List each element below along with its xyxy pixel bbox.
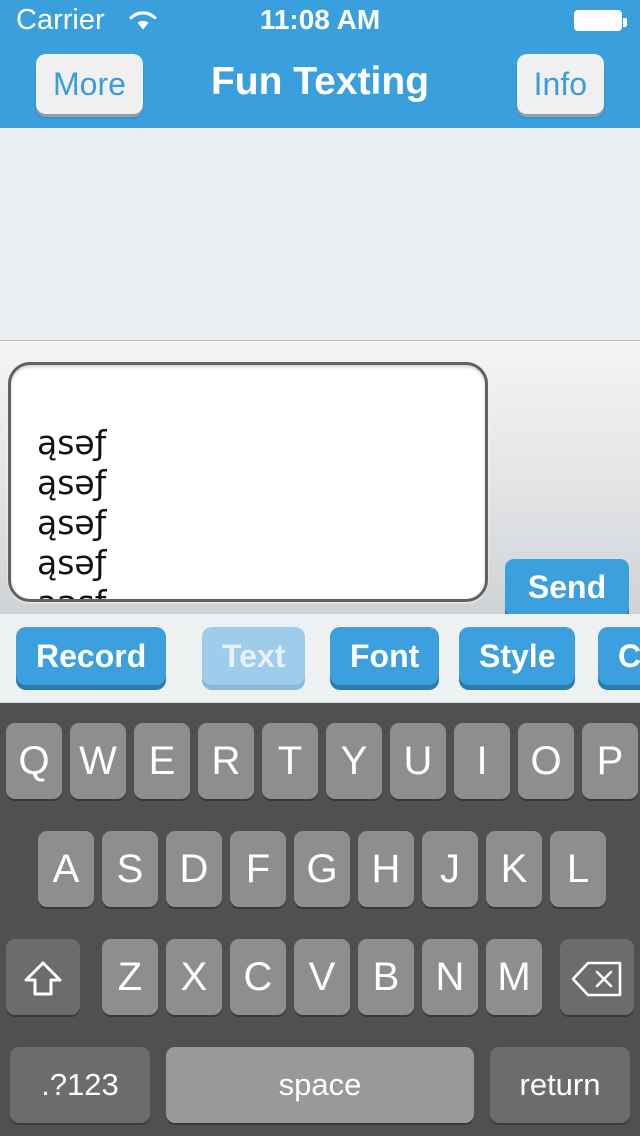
key-l[interactable]: L xyxy=(550,831,606,907)
key-t[interactable]: T xyxy=(262,723,318,799)
shift-arrow-icon xyxy=(21,955,65,999)
text-line: ąsəƒ xyxy=(37,423,107,462)
send-button[interactable]: Send xyxy=(505,559,629,616)
key-z[interactable]: Z xyxy=(102,939,158,1015)
text-line: ąsəƒ xyxy=(37,543,107,582)
battery-full-icon xyxy=(574,10,627,31)
key-o[interactable]: O xyxy=(518,723,574,799)
status-bar: Carrier 11:08 AM xyxy=(0,0,640,40)
key-p[interactable]: P xyxy=(582,723,638,799)
key-f[interactable]: F xyxy=(230,831,286,907)
text-line: ąsəƒ xyxy=(37,463,107,502)
message-text-content: ąsəƒ ąsəƒ ąsəƒ ąsəƒ ąəsƒ xyxy=(37,423,467,599)
key-a[interactable]: A xyxy=(38,831,94,907)
key-m[interactable]: M xyxy=(486,939,542,1015)
navigation-bar: More Fun Texting Info xyxy=(0,40,640,128)
message-text-input[interactable]: ąsəƒ ąsəƒ ąsəƒ ąsəƒ ąəsƒ xyxy=(8,362,488,602)
software-keyboard: Q W E R T Y U I O P A S D F G H J K L Z … xyxy=(0,703,640,1136)
key-r[interactable]: R xyxy=(198,723,254,799)
key-y[interactable]: Y xyxy=(326,723,382,799)
key-d[interactable]: D xyxy=(166,831,222,907)
toolbar-button-record[interactable]: Record xyxy=(16,627,167,685)
key-n[interactable]: N xyxy=(422,939,478,1015)
message-list[interactable] xyxy=(0,128,640,341)
key-g[interactable]: G xyxy=(294,831,350,907)
key-u[interactable]: U xyxy=(390,723,446,799)
status-time: 11:08 AM xyxy=(259,4,381,35)
accessory-toolbar: Record Text Font Style Cl xyxy=(0,614,640,703)
info-button[interactable]: Info xyxy=(516,54,604,114)
key-e[interactable]: E xyxy=(134,723,190,799)
key-j[interactable]: J xyxy=(422,831,478,907)
key-s[interactable]: S xyxy=(102,831,158,907)
toolbar-button-style[interactable]: Style xyxy=(459,627,576,685)
delete-backspace-icon xyxy=(571,955,623,999)
key-q[interactable]: Q xyxy=(6,723,62,799)
numeric-key[interactable]: .?123 xyxy=(10,1047,150,1123)
key-v[interactable]: V xyxy=(294,939,350,1015)
key-x[interactable]: X xyxy=(166,939,222,1015)
text-line: ąəsƒ xyxy=(37,583,467,599)
key-c[interactable]: C xyxy=(230,939,286,1015)
toolbar-button-font[interactable]: Font xyxy=(330,627,440,685)
text-line: ąsəƒ xyxy=(37,503,107,542)
key-h[interactable]: H xyxy=(358,831,414,907)
key-k[interactable]: K xyxy=(486,831,542,907)
key-b[interactable]: B xyxy=(358,939,414,1015)
app-screen: Carrier 11:08 AM More Fun Texting Info ą… xyxy=(0,0,640,1136)
delete-key[interactable] xyxy=(560,939,634,1015)
shift-key[interactable] xyxy=(6,939,80,1015)
key-w[interactable]: W xyxy=(70,723,126,799)
return-key[interactable]: return xyxy=(490,1047,630,1123)
message-input-bar: ąsəƒ ąsəƒ ąsəƒ ąsəƒ ąəsƒ Send xyxy=(0,341,640,616)
space-key[interactable]: space xyxy=(166,1047,474,1123)
toolbar-button-text[interactable]: Text xyxy=(202,627,306,685)
toolbar-button-clear[interactable]: Cl xyxy=(598,627,640,685)
key-i[interactable]: I xyxy=(454,723,510,799)
